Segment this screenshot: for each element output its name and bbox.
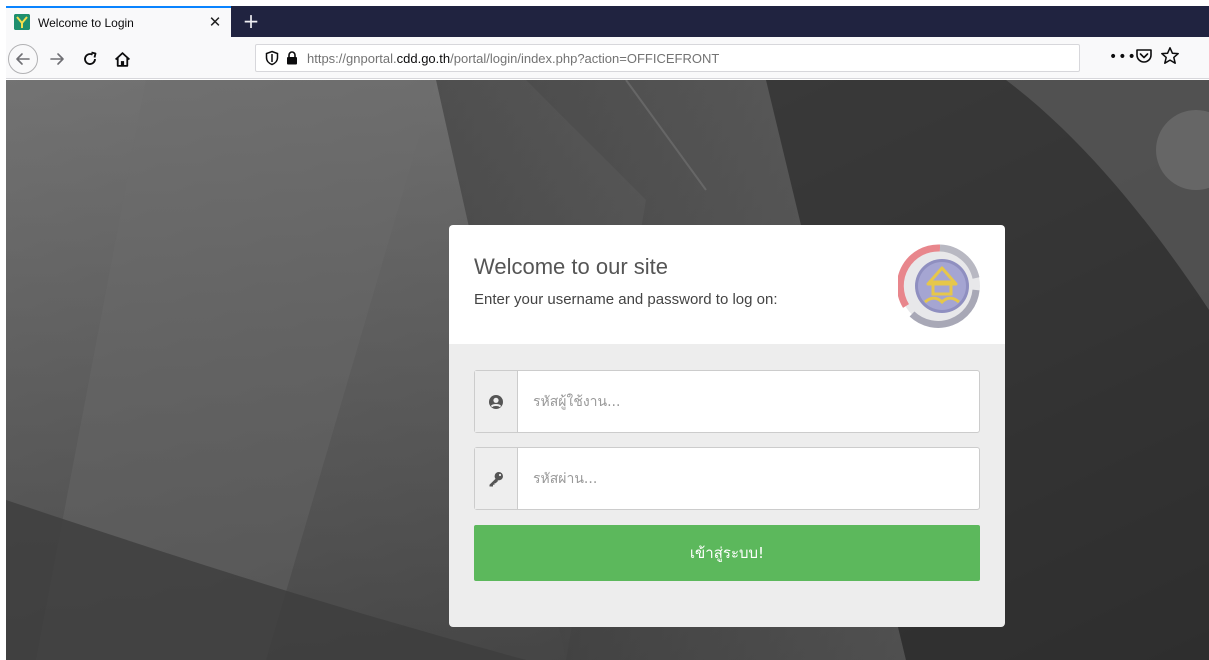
url-text[interactable]: https://gnportal.cdd.go.th/portal/login/… [307,51,719,66]
pocket-icon[interactable] [1135,47,1153,65]
navigation-bar: https://gnportal.cdd.go.th/portal/login/… [6,37,1209,79]
home-icon [114,51,130,67]
password-addon [475,448,518,509]
password-field [474,447,980,510]
lock-icon[interactable] [286,51,298,65]
page-actions-more-icon[interactable]: ••• [1109,49,1137,65]
forward-arrow-icon [50,53,64,65]
back-button[interactable] [8,44,38,74]
tab-welcome-to-login[interactable]: Welcome to Login ✕ [6,6,231,37]
login-title: Welcome to our site [474,254,669,279]
reload-button[interactable] [77,46,103,72]
login-submit-button[interactable]: เข้าสู่ระบบ! [474,525,980,581]
organization-logo [898,244,980,328]
username-input[interactable] [518,371,979,432]
login-panel: Welcome to our site Enter your username … [449,225,1005,627]
bookmark-star-icon[interactable] [1160,46,1180,66]
forward-button[interactable] [44,46,70,72]
login-form: เข้าสู่ระบบ! [449,344,1005,627]
key-icon [489,471,503,486]
tracking-protection-shield-icon[interactable] [264,50,280,66]
reload-icon [84,51,97,65]
tab-strip: Welcome to Login ✕ + [6,6,1209,37]
home-button[interactable] [109,46,135,72]
url-path: /portal/login/index.php?action=OFFICEFRO… [450,51,720,66]
new-tab-button[interactable]: + [238,8,264,34]
username-field [474,370,980,433]
url-prefix: https://gnportal. [307,51,397,66]
user-icon [489,394,503,409]
tab-title: Welcome to Login [38,16,134,30]
url-domain: cdd.go.th [396,51,451,66]
site-favicon-icon [14,14,30,30]
login-header: Welcome to our site Enter your username … [449,225,1005,344]
login-subtitle: Enter your username and password to log … [474,291,778,308]
back-arrow-icon [16,53,30,65]
password-input[interactable] [518,448,979,509]
tab-close-icon[interactable]: ✕ [205,11,225,33]
url-bar[interactable]: https://gnportal.cdd.go.th/portal/login/… [255,44,1080,72]
username-addon [475,371,518,432]
